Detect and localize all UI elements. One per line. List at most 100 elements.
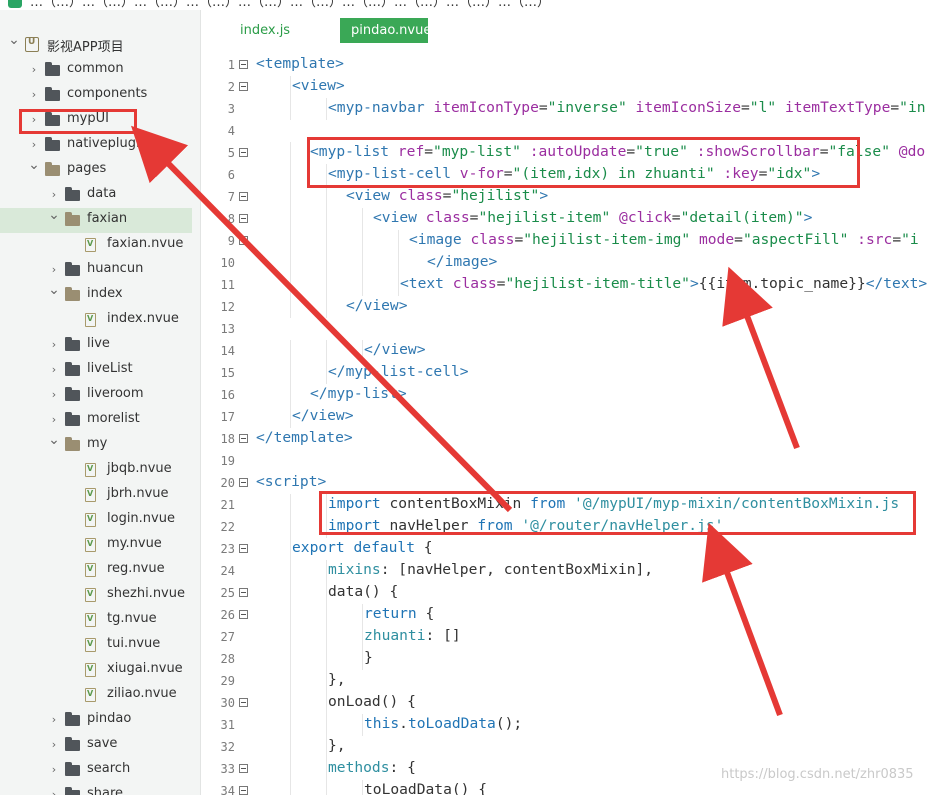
chevron-down-icon[interactable]: ⌄ [8,33,20,47]
chevron-right-icon[interactable]: › [48,788,60,795]
fold-toggle-icon[interactable] [239,60,248,69]
chevron-right-icon[interactable]: › [28,63,40,77]
chevron-down-icon[interactable]: ⌄ [28,158,40,172]
tree-item[interactable]: › morelist [0,408,200,433]
tab-pindao-nvue[interactable]: pindao.nvue [340,18,431,43]
fold-toggle-icon[interactable] [239,214,248,223]
tree-item[interactable]: ⌄ faxian [0,208,192,233]
tree-item-label: components [67,86,148,101]
vue-file-icon [85,238,96,252]
code-line[interactable]: 24 mixins: [navHelper, contentBoxMixin], [201,560,934,582]
tree-item[interactable]: index.nvue [0,308,200,333]
chevron-right-icon[interactable]: › [48,413,60,427]
code-line[interactable]: 12 </view> [201,296,934,318]
code-text: zhuanti: [] [364,627,461,644]
tree-item[interactable]: ⌄ my [0,433,200,458]
code-line[interactable]: 18 </template> [201,428,934,450]
tree-item[interactable]: › huancun [0,258,200,283]
fold-toggle-icon[interactable] [239,236,248,245]
tree-item[interactable]: shezhi.nvue [0,583,200,608]
fold-toggle-icon[interactable] [239,148,248,157]
tree-item[interactable]: › share [0,783,200,795]
chevron-right-icon[interactable]: › [48,388,60,402]
fold-toggle-icon[interactable] [239,698,248,707]
fold-toggle-icon[interactable] [239,192,248,201]
tree-item[interactable]: xiugai.nvue [0,658,200,683]
code-line[interactable]: 8 <view class="hejilist-item" @click="det… [201,208,934,230]
tab-index-js[interactable]: index.js [240,18,290,43]
code-line[interactable]: 1 <template> [201,54,934,76]
code-line[interactable]: 28} [201,648,934,670]
code-line[interactable]: 19 [201,450,934,472]
tree-item[interactable]: › save [0,733,200,758]
fold-toggle-icon[interactable] [239,786,248,795]
chevron-down-icon[interactable]: ⌄ [48,433,60,447]
code-line[interactable]: 32}, [201,736,934,758]
code-text: </template> [256,429,353,446]
code-line[interactable]: 14 </view> [201,340,934,362]
tree-item[interactable]: jbqb.nvue [0,458,200,483]
fold-toggle-icon[interactable] [239,588,248,597]
folder-open-icon [65,437,80,451]
chevron-right-icon[interactable]: › [48,263,60,277]
code-line[interactable]: 10 </image> [201,252,934,274]
chevron-right-icon[interactable]: › [48,188,60,202]
tree-item[interactable]: reg.nvue [0,558,200,583]
indent-guide [326,186,327,208]
code-line[interactable]: 31 this.toLoadData(); [201,714,934,736]
fold-toggle-icon[interactable] [239,82,248,91]
chevron-right-icon[interactable]: › [48,338,60,352]
tree-item[interactable]: ⌄ pages [0,158,200,183]
code-token: > [803,209,813,226]
tree-item[interactable]: tui.nvue [0,633,200,658]
code-line[interactable]: 16 </myp-list> [201,384,934,406]
tree-item[interactable]: ziliao.nvue [0,683,200,708]
tree-item[interactable]: tg.nvue [0,608,200,633]
code-line[interactable]: 34 toLoadData() { [201,780,934,795]
fold-toggle-icon[interactable] [239,434,248,443]
tree-item[interactable]: › pindao [0,708,200,733]
tree-item[interactable]: login.nvue [0,508,200,533]
fold-toggle-icon[interactable] [239,764,248,773]
tree-item[interactable]: ⌄ index [0,283,200,308]
tree-item[interactable]: jbrh.nvue [0,483,200,508]
tree-item[interactable]: faxian.nvue [0,233,200,258]
code-line[interactable]: 3 <myp-navbar itemIconType="inverse" item… [201,98,934,120]
code-line[interactable]: 23 export default { [201,538,934,560]
tree-item[interactable]: › live [0,333,200,358]
code-line[interactable]: 17 </view> [201,406,934,428]
code-line[interactable]: 26 return { [201,604,934,626]
chevron-right-icon[interactable]: › [48,738,60,752]
code-line[interactable]: 9 <image class="hejilist-item-img" mode="… [201,230,934,252]
code-line[interactable]: 25 data() { [201,582,934,604]
fold-toggle-icon[interactable] [239,478,248,487]
tree-item[interactable]: › data [0,183,200,208]
tree-item[interactable]: › components [0,83,200,108]
code-line[interactable]: 7 <view class="hejilist"> [201,186,934,208]
chevron-right-icon[interactable]: › [28,138,40,152]
fold-toggle-icon[interactable] [239,610,248,619]
chevron-down-icon[interactable]: ⌄ [48,208,60,222]
code-line[interactable]: 27 zhuanti: [] [201,626,934,648]
chevron-right-icon[interactable]: › [48,763,60,777]
code-line[interactable]: 2 <view> [201,76,934,98]
fold-toggle-icon[interactable] [239,544,248,553]
chevron-down-icon[interactable]: ⌄ [48,283,60,297]
tree-item[interactable]: ⌄ 影视APP项目 [0,33,200,58]
chevron-right-icon[interactable]: › [48,363,60,377]
tree-item[interactable]: › search [0,758,200,783]
tree-item[interactable]: my.nvue [0,533,200,558]
tree-item[interactable]: › common [0,58,200,83]
code-line[interactable]: 13 [201,318,934,340]
indent-guide [290,714,291,736]
tree-item[interactable]: › nativeplugins [0,133,200,158]
tree-item[interactable]: › liveList [0,358,200,383]
line-number: 2 [227,80,235,94]
code-line[interactable]: 15 </myp-list-cell> [201,362,934,384]
code-line[interactable]: 30 onLoad() { [201,692,934,714]
chevron-right-icon[interactable]: › [28,88,40,102]
tree-item[interactable]: › liveroom [0,383,200,408]
code-line[interactable]: 11 <text class="hejilist-item-title">{{it… [201,274,934,296]
chevron-right-icon[interactable]: › [48,713,60,727]
code-line[interactable]: 29}, [201,670,934,692]
